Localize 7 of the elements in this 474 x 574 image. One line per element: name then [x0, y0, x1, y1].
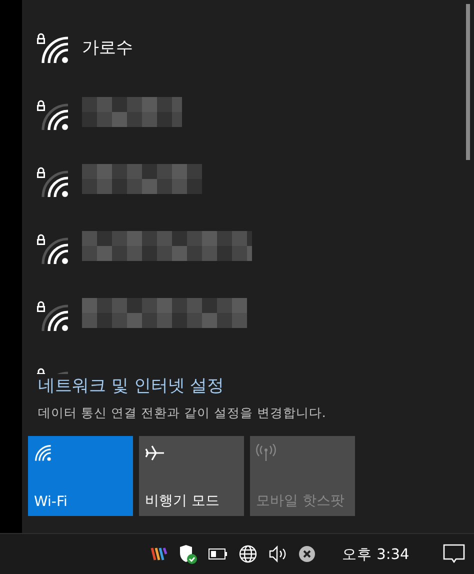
clock[interactable]: 오후 3:34	[342, 544, 410, 564]
network-item[interactable]: 가로수	[22, 24, 474, 91]
quick-action-tile[interactable]: 비행기 모드	[139, 436, 244, 516]
network-name: 가로수	[82, 37, 133, 59]
settings-link[interactable]: 네트워크 및 인터넷 설정	[22, 374, 474, 397]
settings-description: 데이터 통신 연결 전환과 같이 설정을 변경합니다.	[37, 405, 327, 422]
quick-action-tile[interactable]: Wi-Fi	[28, 436, 133, 516]
